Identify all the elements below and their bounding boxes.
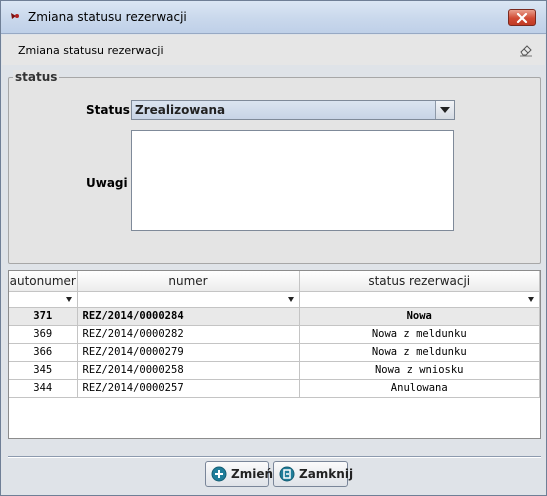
column-header-status[interactable]: status rezerwacji: [299, 271, 540, 292]
table-row[interactable]: 344 REZ/2014/0000257 Anulowana: [9, 379, 540, 398]
zmien-button-label: Zmień: [231, 467, 273, 481]
table-row[interactable]: 371 REZ/2014/0000284 Nowa: [9, 307, 540, 326]
filter-arrow-icon[interactable]: [528, 296, 534, 302]
cell-numer: REZ/2014/0000284: [77, 307, 300, 326]
column-header-numer[interactable]: numer: [77, 271, 300, 292]
cell-autonumer: 371: [9, 307, 78, 326]
header-title: Zmiana statusu rezerwacji: [18, 44, 164, 57]
plus-circle-icon: [211, 466, 227, 482]
cell-numer: REZ/2014/0000282: [77, 325, 300, 344]
cell-status: Nowa z meldunku: [299, 343, 540, 362]
cell-autonumer: 369: [9, 325, 78, 344]
uwagi-textarea[interactable]: [131, 130, 454, 231]
cell-autonumer: 366: [9, 343, 78, 362]
table-row[interactable]: 345 REZ/2014/0000258 Nowa z wniosku: [9, 361, 540, 380]
app-icon: [11, 13, 19, 19]
title-bar[interactable]: Zmiana statusu rezerwacji: [1, 1, 546, 34]
status-select-value: Zrealizowana: [135, 103, 226, 117]
column-header-autonumer[interactable]: autonumer: [9, 271, 78, 292]
cell-autonumer: 344: [9, 379, 78, 398]
cell-numer: REZ/2014/0000279: [77, 343, 300, 362]
status-select[interactable]: Zrealizowana: [131, 100, 455, 120]
dialog-window: Zmiana statusu rezerwacji Zmiana statusu…: [0, 0, 547, 496]
reservations-table[interactable]: autonumer numer status rezerwacji 371 RE…: [8, 270, 541, 439]
filter-arrow-icon[interactable]: [65, 296, 72, 302]
zamknij-button[interactable]: Zamknij: [273, 461, 353, 487]
cell-numer: REZ/2014/0000257: [77, 379, 300, 398]
header-bar: Zmiana statusu rezerwacji: [2, 35, 545, 65]
cell-numer: REZ/2014/0000258: [77, 361, 300, 380]
filter-autonumer[interactable]: [9, 291, 78, 308]
cell-status: Nowa z wniosku: [299, 361, 540, 380]
zamknij-button-label: Zamknij: [299, 467, 354, 481]
close-icon: [516, 12, 528, 23]
cell-status: Nowa z meldunku: [299, 325, 540, 344]
footer-separator: [8, 456, 541, 458]
filter-numer[interactable]: [77, 291, 300, 308]
filter-status[interactable]: [299, 291, 540, 308]
eraser-icon[interactable]: [518, 42, 534, 58]
cell-status: Nowa: [299, 307, 540, 326]
cell-autonumer: 345: [9, 361, 78, 380]
table-row[interactable]: 369 REZ/2014/0000282 Nowa z meldunku: [9, 325, 540, 344]
filter-arrow-icon[interactable]: [287, 296, 294, 302]
uwagi-label: Uwagi: [86, 176, 128, 190]
dropdown-button[interactable]: [435, 101, 454, 119]
cell-status: Anulowana: [299, 379, 540, 398]
fieldset-legend: status: [13, 70, 60, 84]
status-label: Status: [86, 103, 130, 117]
close-button[interactable]: [508, 9, 536, 26]
exit-icon: [279, 466, 295, 482]
chevron-down-icon: [440, 107, 450, 113]
window-title: Zmiana statusu rezerwacji: [28, 10, 187, 24]
table-row[interactable]: 366 REZ/2014/0000279 Nowa z meldunku: [9, 343, 540, 362]
zmien-button[interactable]: Zmień: [205, 461, 273, 487]
